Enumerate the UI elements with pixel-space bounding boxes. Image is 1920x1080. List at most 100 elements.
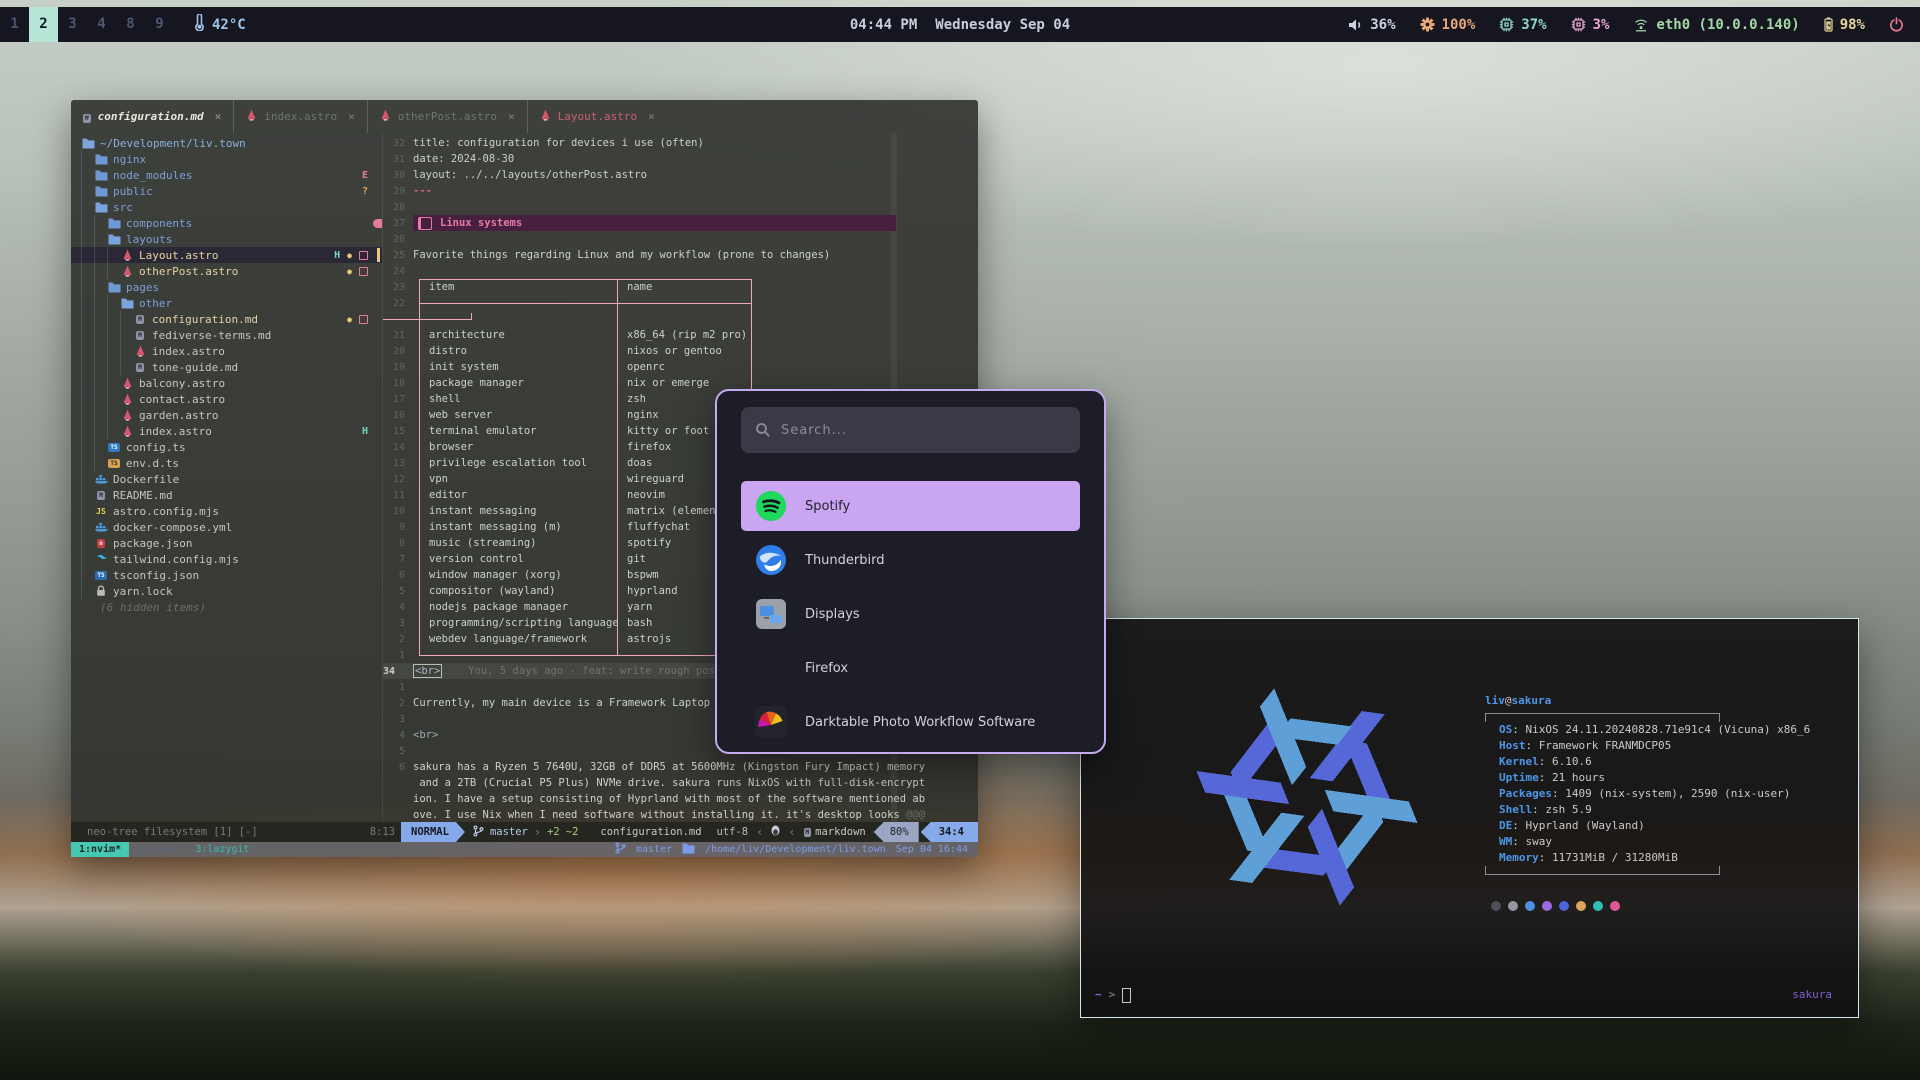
tree-item-other[interactable]: other [71, 295, 382, 311]
markdown-icon: M [804, 828, 812, 837]
fetch-row-os: OS: NixOS 24.11.20240828.71e91c4 (Vicuna… [1485, 722, 1720, 738]
network-module[interactable]: eth0 (10.0.0.140) [1633, 17, 1799, 33]
tmux-window-1[interactable]: 1:nvim* [71, 842, 129, 857]
tree-item-astro.config.mjs[interactable]: JSastro.config.mjs [71, 503, 382, 519]
temperature-module[interactable]: 42°C [194, 14, 246, 35]
tree-item-Dockerfile[interactable]: Dockerfile [71, 471, 382, 487]
tree-item-garden.astro[interactable]: garden.astro [71, 407, 382, 423]
tree-item-tsconfig.json[interactable]: TStsconfig.json [71, 567, 382, 583]
scroll-percent: 80% [874, 822, 919, 842]
npm-icon: n [94, 539, 108, 548]
tree-item-config.ts[interactable]: TSconfig.ts [71, 439, 382, 455]
tree-item-pages[interactable]: pages [71, 279, 382, 295]
tree-item-components[interactable]: components [71, 215, 382, 231]
search-input[interactable] [741, 407, 1080, 453]
launcher-item-firefox[interactable]: Firefox [741, 643, 1080, 693]
statusline: neo-tree filesystem [1] [-] 8:13 NORMAL … [71, 822, 978, 842]
close-icon[interactable]: × [648, 110, 655, 123]
lock-icon [94, 585, 108, 597]
clock-time: 04:44 PM [850, 17, 917, 33]
system-info: liv@sakura OS: NixOS 24.11.20240828.71e9… [1485, 693, 1720, 875]
tree-item-layouts[interactable]: layouts [71, 231, 382, 247]
buffer-line: 32title: configuration for devices i use… [383, 135, 978, 151]
tree-item-contact.astro[interactable]: contact.astro [71, 391, 382, 407]
tree-item-index.astro[interactable]: index.astro [71, 343, 382, 359]
tree-item--6-hidden-items-[interactable]: (6 hidden items) [71, 599, 382, 615]
git-modified-dot: ● [347, 267, 352, 276]
tree-item-Layout.astro[interactable]: Layout.astroH● [71, 247, 382, 263]
tree-item-fediverse-terms.md[interactable]: Mfediverse-terms.md [71, 327, 382, 343]
tree-item-package.json[interactable]: npackage.json [71, 535, 382, 551]
astro-icon [120, 265, 134, 277]
tab-index.astro[interactable]: index.astro× [233, 100, 366, 133]
displays-icon [755, 598, 787, 630]
tree-item-otherPost.astro[interactable]: otherPost.astro● [71, 263, 382, 279]
md-icon: M [94, 491, 108, 500]
workspace-4[interactable]: 4 [87, 7, 116, 42]
close-icon[interactable]: × [348, 110, 355, 123]
md-icon: M [133, 315, 147, 324]
launcher-item-spotify[interactable]: Spotify [741, 481, 1080, 531]
tree-item-tone-guide.md[interactable]: Mtone-guide.md [71, 359, 382, 375]
tmux-datetime: Sep 04 16:44 [896, 844, 968, 855]
astro-icon [120, 249, 134, 261]
gpu-module[interactable]: 3% [1571, 17, 1610, 33]
launcher-item-thunderbird[interactable]: Thunderbird [741, 535, 1080, 585]
top-bar: 123489 42°C 04:44 PM Wednesday Sep 04 36… [0, 7, 1920, 42]
tree-item-public[interactable]: public? [71, 183, 382, 199]
tree-item-env.d.ts[interactable]: TSenv.d.ts [71, 455, 382, 471]
buffer-line: 25Favorite things regarding Linux and my… [383, 247, 978, 263]
tab-Layout.astro[interactable]: Layout.astro× [527, 100, 667, 133]
tree-item-yarn.lock[interactable]: yarn.lock [71, 583, 382, 599]
tmux-window-3[interactable]: 3:lazygit [187, 842, 257, 857]
workspace-3[interactable]: 3 [58, 7, 87, 42]
power-module[interactable] [1889, 17, 1904, 32]
battery-module[interactable]: 98% [1824, 17, 1865, 33]
tree-item-src[interactable]: src [71, 199, 382, 215]
workspace-8[interactable]: 8 [116, 7, 145, 42]
close-icon[interactable]: × [508, 110, 515, 123]
palette-dot [1542, 901, 1552, 911]
notebook-icon [418, 217, 432, 230]
fetch-terminal-window[interactable]: liv@sakura OS: NixOS 24.11.20240828.71e9… [1080, 618, 1859, 1018]
astro-icon [540, 109, 551, 124]
md-icon: M [133, 331, 147, 340]
git-status-square [359, 315, 368, 324]
palette-dot [1593, 901, 1603, 911]
statusline-tree-clock: 8:13 [370, 826, 395, 838]
folder-icon [107, 282, 121, 293]
workspace-1[interactable]: 1 [0, 7, 29, 42]
tab-configuration.md[interactable]: Mconfiguration.md× [71, 100, 233, 133]
tab-otherPost.astro[interactable]: otherPost.astro× [367, 100, 527, 133]
tree-item-balcony.astro[interactable]: balcony.astro [71, 375, 382, 391]
launcher-item-darktable[interactable]: Darktable Photo Workflow Software [741, 697, 1080, 747]
shell-prompt[interactable]: ~ > [1095, 987, 1131, 1003]
cpu-module[interactable]: 37% [1499, 17, 1546, 33]
astro-icon [120, 425, 134, 437]
close-icon[interactable]: × [215, 110, 222, 123]
tree-item-README.md[interactable]: MREADME.md [71, 487, 382, 503]
tree-item-nginx[interactable]: nginx [71, 151, 382, 167]
tmux-window-2[interactable]: 2:node- [129, 842, 187, 857]
workspace-2[interactable]: 2 [29, 7, 58, 42]
load-module[interactable]: 100% [1420, 17, 1476, 33]
volume-module[interactable]: 36% [1348, 17, 1395, 33]
gpu-icon [1571, 17, 1586, 32]
tree-item-index.astro[interactable]: index.astroH [71, 423, 382, 439]
buffer-line: ion. I have a setup consisting of Hyprla… [383, 791, 978, 807]
buffer-line: 24 [383, 263, 978, 279]
diagnostic-badge: E [362, 170, 368, 181]
astro-icon [133, 345, 147, 357]
workspace-9[interactable]: 9 [145, 7, 174, 42]
tree-item-configuration.md[interactable]: Mconfiguration.md● [71, 311, 382, 327]
tmux-path: /home/liv/Development/liv.town [705, 844, 886, 855]
buffer-line: 27Linux systems [383, 215, 978, 231]
spotify-icon [755, 490, 787, 522]
git-status-square [359, 267, 368, 276]
tree-item-~-Development-liv.town[interactable]: ~/Development/liv.town [71, 135, 382, 151]
tree-item-docker-compose.yml[interactable]: docker-compose.yml [71, 519, 382, 535]
tree-item-node-modules[interactable]: node_modulesE [71, 167, 382, 183]
tree-item-tailwind.config.mjs[interactable]: tailwind.config.mjs [71, 551, 382, 567]
folder-open-icon [107, 234, 121, 245]
launcher-item-displays[interactable]: Displays [741, 589, 1080, 639]
